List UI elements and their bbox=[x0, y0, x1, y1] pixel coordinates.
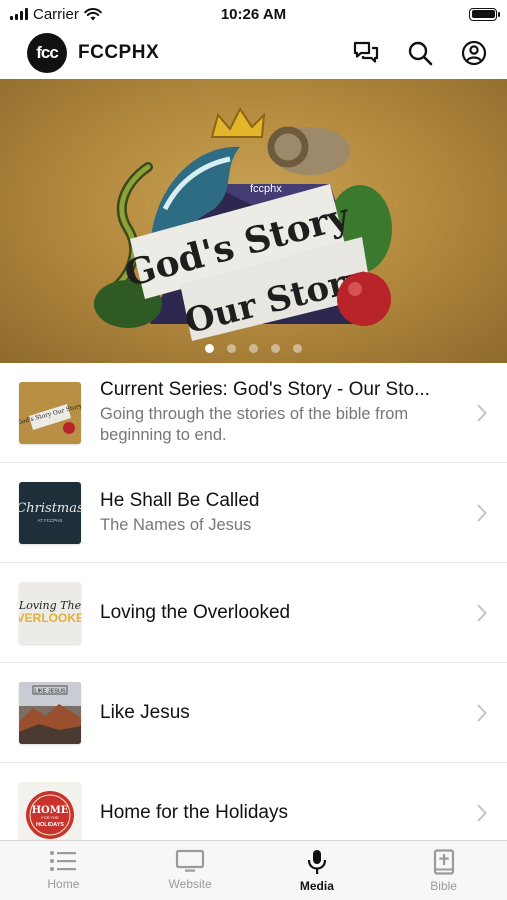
series-thumbnail: LIKE JESUS bbox=[19, 681, 81, 744]
header-actions bbox=[351, 38, 489, 68]
carousel-dot[interactable] bbox=[249, 344, 258, 353]
thumbnail-text: Christmas bbox=[19, 501, 81, 516]
tab-media[interactable]: Media bbox=[254, 841, 381, 900]
search-button[interactable] bbox=[405, 38, 435, 68]
tab-label: Media bbox=[299, 879, 334, 893]
battery-icon bbox=[469, 7, 500, 21]
carousel-dots bbox=[0, 344, 507, 353]
thumbnail-midtext: FOR THE bbox=[41, 815, 59, 820]
profile-button[interactable] bbox=[459, 38, 489, 68]
carousel-dot[interactable] bbox=[293, 344, 302, 353]
series-thumbnail: HOME FOR THE HOLIDAYS bbox=[19, 781, 81, 844]
list-icon bbox=[50, 851, 77, 871]
series-row[interactable]: Christmas AT FCCPHX He Shall Be Called T… bbox=[0, 463, 507, 563]
tab-home[interactable]: Home bbox=[0, 841, 127, 900]
carousel-dot[interactable] bbox=[271, 344, 280, 353]
series-thumbnail: Loving The OVERLOOKED bbox=[19, 581, 81, 644]
series-list: God's Story Our Story Current Series: Go… bbox=[0, 363, 507, 863]
messages-button[interactable] bbox=[351, 38, 381, 68]
hero-artwork: God's Story Our Story fccphx bbox=[94, 107, 392, 342]
apple-shape bbox=[337, 272, 391, 326]
hero-banner[interactable]: God's Story Our Story fccphx bbox=[0, 79, 507, 363]
thumbnail-subtext: AT FCCPHX bbox=[37, 518, 62, 523]
series-subtitle: The Names of Jesus bbox=[100, 515, 252, 534]
wifi-icon bbox=[84, 7, 102, 20]
series-thumbnail: Christmas AT FCCPHX bbox=[19, 481, 81, 544]
thumbnail-subtext: HOLIDAYS bbox=[36, 822, 64, 828]
chat-bubbles-icon bbox=[353, 41, 379, 63]
search-icon bbox=[408, 41, 433, 66]
app-logo: fcc bbox=[27, 33, 67, 73]
status-left: Carrier bbox=[10, 6, 102, 23]
chevron-right-icon bbox=[477, 703, 487, 722]
app-title: FCCPHX bbox=[78, 42, 160, 63]
chevron-right-icon bbox=[477, 803, 487, 822]
status-bar: Carrier 10:26 AM bbox=[0, 0, 507, 28]
signal-icon bbox=[10, 8, 28, 20]
tab-website[interactable]: Website bbox=[127, 841, 254, 900]
series-thumbnail: God's Story Our Story bbox=[19, 381, 81, 444]
series-title: Like Jesus bbox=[100, 701, 190, 723]
monitor-icon bbox=[176, 849, 205, 872]
carousel-dot[interactable] bbox=[205, 344, 214, 353]
hero-brand-mark: fccphx bbox=[250, 183, 282, 195]
thumbnail-text: LIKE JESUS bbox=[34, 688, 66, 694]
series-title: He Shall Be Called bbox=[100, 489, 260, 511]
app-header: fcc FCCPHX bbox=[0, 28, 507, 78]
chevron-right-icon bbox=[477, 403, 487, 422]
series-title: Current Series: God's Story - Our Sto... bbox=[100, 379, 430, 400]
tab-bar: Home Website Media Bible bbox=[0, 840, 507, 900]
series-row[interactable]: LIKE JESUS Like Jesus bbox=[0, 663, 507, 763]
series-row[interactable]: God's Story Our Story Current Series: Go… bbox=[0, 363, 507, 463]
tab-label: Home bbox=[47, 877, 80, 891]
series-title: Home for the Holidays bbox=[100, 801, 288, 823]
carrier-label: Carrier bbox=[33, 5, 79, 23]
series-title: Loving the Overlooked bbox=[100, 601, 291, 623]
tab-bible[interactable]: Bible bbox=[380, 841, 507, 900]
carousel-dot[interactable] bbox=[227, 344, 236, 353]
crown-shape bbox=[210, 107, 266, 138]
chevron-right-icon bbox=[477, 603, 487, 622]
thumbnail-subtext: OVERLOOKED bbox=[19, 611, 81, 625]
microphone-icon bbox=[307, 850, 326, 874]
tab-label: Website bbox=[168, 877, 212, 891]
bible-icon bbox=[433, 849, 454, 875]
user-circle-icon bbox=[461, 40, 487, 66]
series-row[interactable]: Loving The OVERLOOKED Loving the Overloo… bbox=[0, 563, 507, 663]
series-subtitle: Going through the stories of the bible f… bbox=[100, 405, 409, 444]
chevron-right-icon bbox=[477, 503, 487, 522]
tab-label: Bible bbox=[430, 879, 457, 893]
